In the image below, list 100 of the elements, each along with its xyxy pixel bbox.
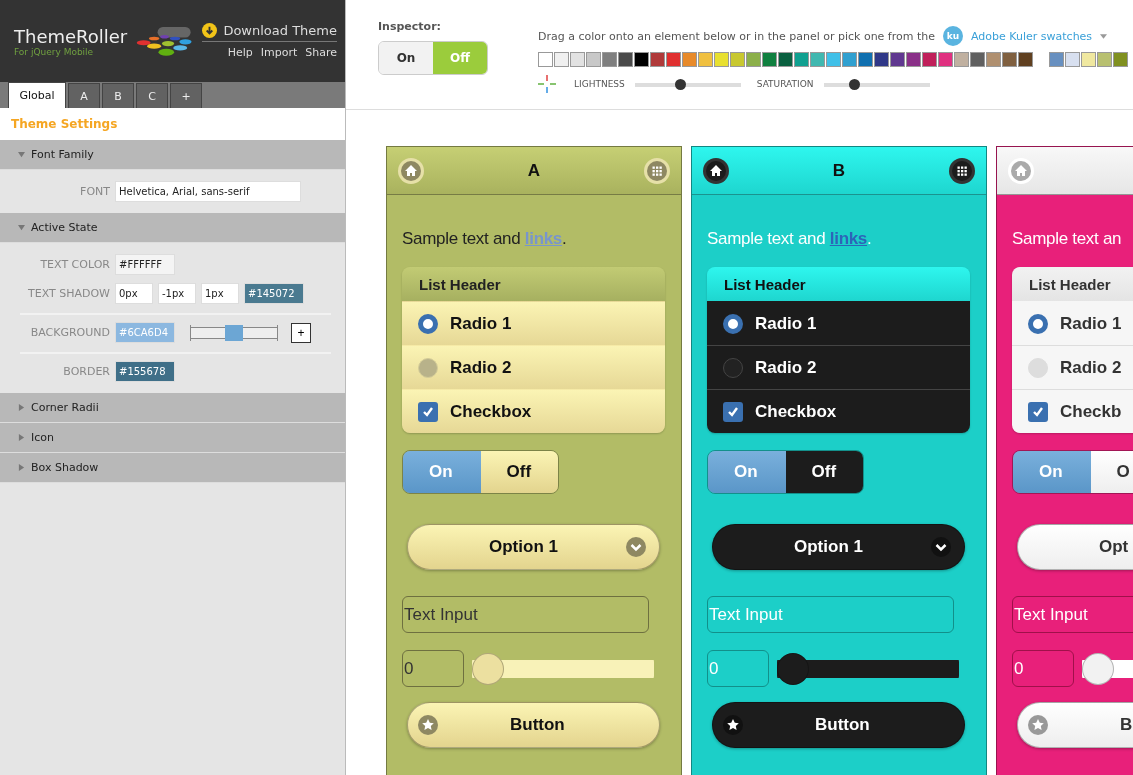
input-field[interactable]: 1px [201,283,239,304]
slider-thumb[interactable] [777,652,809,685]
color-swatch[interactable] [554,52,569,67]
header-link[interactable]: Import [260,46,298,59]
color-swatch[interactable] [682,52,697,67]
number-input[interactable]: 0 [402,650,464,687]
color-swatch[interactable] [746,52,761,67]
toggle-option[interactable]: Off [785,451,863,493]
star-button[interactable]: Button [712,702,965,748]
crosshair-icon[interactable] [538,75,556,93]
color-swatch[interactable] [618,52,633,67]
color-swatch[interactable] [794,52,809,67]
color-swatch[interactable] [842,52,857,67]
radio-button[interactable] [723,357,743,378]
color-swatch[interactable] [858,52,873,67]
tab[interactable]: C [136,83,168,108]
select-menu[interactable]: Opt [1017,524,1133,570]
section-header[interactable]: Box Shadow [0,453,345,483]
caret-icon[interactable] [1100,33,1108,39]
color-swatch[interactable] [538,52,553,67]
color-swatch[interactable] [986,52,1001,67]
section-header[interactable]: Corner Radii [0,393,345,423]
tab[interactable]: + [170,83,202,108]
radio-button[interactable] [418,313,438,334]
input-field[interactable]: Helvetica, Arial, sans-serif [115,181,301,202]
color-swatch[interactable] [698,52,713,67]
color-swatch[interactable] [810,52,825,67]
color-swatch[interactable] [1002,52,1017,67]
color-swatch[interactable] [714,52,729,67]
color-field[interactable]: #155678 [115,361,175,382]
checkbox[interactable] [723,401,743,422]
color-swatch[interactable] [602,52,617,67]
radio-button[interactable] [723,313,743,334]
slider-thumb[interactable] [849,78,861,90]
section-header[interactable]: Font Family [0,140,345,170]
color-swatch[interactable] [650,52,665,67]
toggle-option[interactable]: Off [480,451,558,493]
tab[interactable]: B [102,83,134,108]
color-swatch[interactable] [874,52,889,67]
color-swatch[interactable] [938,52,953,67]
color-field[interactable]: #FFFFFF [115,254,175,275]
radio-item[interactable]: Radio 2 [1012,345,1133,389]
color-swatch[interactable] [1097,52,1112,67]
grid-icon[interactable] [948,156,976,185]
download-link[interactable]: Download Theme [202,23,337,42]
color-swatch[interactable] [1018,52,1033,67]
color-swatch[interactable] [1065,52,1080,67]
checkbox-item[interactable]: Checkbox [402,389,665,433]
input-field[interactable]: -1px [158,283,196,304]
slider-thumb[interactable] [675,78,687,90]
checkbox[interactable] [418,401,438,422]
color-swatch[interactable] [1113,52,1128,67]
checkbox[interactable] [1028,401,1048,422]
radio-button[interactable] [1028,313,1048,334]
slider-thumb[interactable] [225,324,243,341]
palette-hint: Drag a color onto an element below or in the panel or pick one from the [538,29,936,43]
color-swatch[interactable] [1049,52,1064,67]
slider-label: LIGHTNESS [574,79,625,89]
radio-item[interactable]: Radio 2 [707,345,970,389]
input-field[interactable]: 0px [115,283,153,304]
radio-item[interactable]: Radio 1 [402,301,665,345]
slider-thumb[interactable] [472,652,504,685]
tab[interactable]: Global [8,82,66,108]
radio-item[interactable]: Radio 2 [402,345,665,389]
radio-item[interactable]: Radio 1 [1012,301,1133,345]
color-field[interactable]: #145072 [244,283,304,304]
color-swatch[interactable] [778,52,793,67]
checkbox-item[interactable]: Checkb [1012,389,1133,433]
header-link[interactable]: Share [305,46,337,59]
number-input[interactable]: 0 [1012,650,1074,687]
select-menu[interactable]: Option 1 [407,524,660,570]
toggle-option[interactable]: O [1090,451,1133,493]
tab[interactable]: A [68,83,100,108]
star-button[interactable]: Button [407,702,660,748]
color-swatch[interactable] [970,52,985,67]
slider-thumb[interactable] [1082,652,1114,685]
color-swatch[interactable] [922,52,937,67]
color-swatch[interactable] [634,52,649,67]
color-swatch[interactable] [762,52,777,67]
color-swatch[interactable] [666,52,681,67]
color-swatch[interactable] [890,52,905,67]
checkbox-item[interactable]: Checkbox [707,389,970,433]
radio-item[interactable]: Radio 1 [707,301,970,345]
color-swatch[interactable] [826,52,841,67]
color-swatch[interactable] [570,52,585,67]
add-button[interactable]: + [291,322,311,343]
text-input[interactable]: Text Input [1012,596,1133,633]
star-button[interactable]: B [1017,702,1133,748]
text-input[interactable]: Text Input [402,596,649,633]
color-swatch[interactable] [730,52,745,67]
header-link[interactable]: Help [227,46,253,59]
color-swatch[interactable] [586,52,601,67]
select-menu[interactable]: Option 1 [712,524,965,570]
section-header[interactable]: Icon [0,423,345,453]
color-swatch[interactable] [954,52,969,67]
home-icon[interactable] [702,156,730,185]
toggle-option[interactable]: On [379,42,433,74]
color-swatch[interactable] [906,52,921,67]
section-header[interactable]: Active State [0,213,345,243]
color-swatch[interactable] [1081,52,1096,67]
